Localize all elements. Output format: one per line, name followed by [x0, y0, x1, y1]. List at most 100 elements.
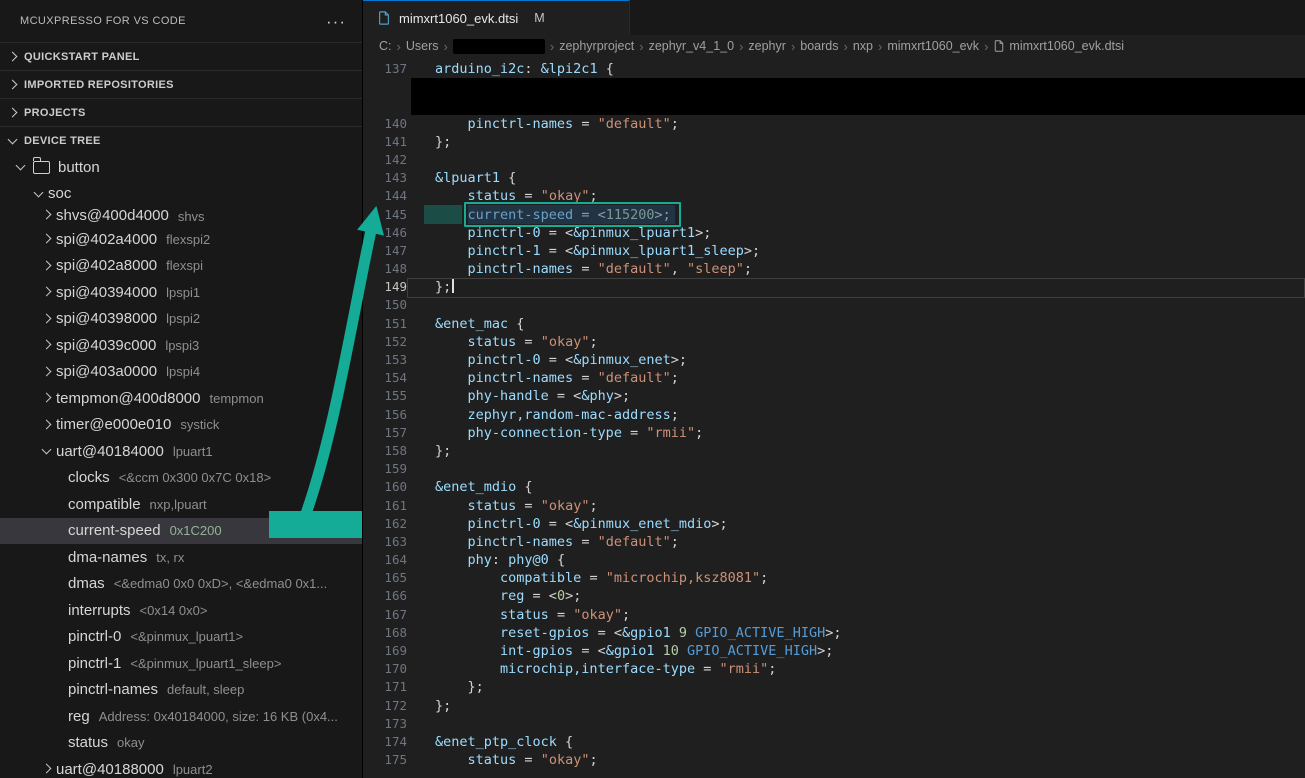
line-number[interactable]: 161 — [363, 497, 407, 515]
tree-item-pinctrl-1[interactable]: pinctrl-1<&pinmux_lpuart1_sleep> — [0, 650, 362, 677]
code-line[interactable]: 137arduino_i2c: &lpi2c1 { — [363, 60, 1305, 78]
breadcrumb-item[interactable]: zephyr — [748, 39, 786, 53]
line-number[interactable]: 174 — [363, 733, 407, 751]
line-number[interactable]: 151 — [363, 315, 407, 333]
breadcrumb-item[interactable]: nxp — [853, 39, 873, 53]
breadcrumb-item[interactable]: mimxrt1060_evk — [887, 39, 979, 53]
tree-item-interrupts[interactable]: interrupts<0x14 0x0> — [0, 597, 362, 624]
code-line[interactable]: 168 reset-gpios = <&gpio1 9 GPIO_ACTIVE_… — [363, 624, 1305, 642]
line-number[interactable]: 175 — [363, 751, 407, 769]
line-number[interactable]: 168 — [363, 624, 407, 642]
tree-item-spi-402a8000[interactable]: spi@402a8000flexspi — [0, 253, 362, 280]
code-line[interactable]: 148 pinctrl-names = "default", "sleep"; — [363, 260, 1305, 278]
breadcrumb-item[interactable]: mimxrt1060_evk.dtsi — [993, 39, 1124, 53]
line-number[interactable] — [363, 96, 407, 114]
tree-item-spi-40394000[interactable]: spi@40394000lpspi1 — [0, 279, 362, 306]
sidebar-section-imported-repositories[interactable]: IMPORTED REPOSITORIES — [0, 70, 362, 98]
chevron-right-icon[interactable] — [38, 310, 56, 328]
chevron-right-icon[interactable] — [4, 48, 22, 66]
tree-item-timer-e000e010[interactable]: timer@e000e010systick — [0, 412, 362, 439]
chevron-right-icon[interactable] — [38, 283, 56, 301]
chevron-right-icon[interactable] — [38, 760, 56, 778]
chevron-right-icon[interactable] — [38, 336, 56, 354]
line-number[interactable]: 137 — [363, 60, 407, 78]
code-line[interactable]: 153 pinctrl-0 = <&pinmux_enet>; — [363, 351, 1305, 369]
code-line[interactable]: 154 pinctrl-names = "default"; — [363, 369, 1305, 387]
tree-item-soc[interactable]: soc — [0, 181, 362, 208]
chevron-right-icon[interactable] — [4, 104, 22, 122]
line-number[interactable]: 148 — [363, 260, 407, 278]
code-line[interactable]: 174&enet_ptp_clock { — [363, 733, 1305, 751]
chevron-right-icon[interactable] — [38, 363, 56, 381]
code-editor[interactable]: 137arduino_i2c: &lpi2c1 { 140 pinctrl-nam… — [363, 57, 1305, 778]
line-number[interactable]: 144 — [363, 187, 407, 205]
code-line[interactable]: 151&enet_mac { — [363, 315, 1305, 333]
chevron-down-icon[interactable] — [30, 185, 48, 203]
code-line[interactable]: 150 — [363, 296, 1305, 314]
tree-item-pinctrl-0[interactable]: pinctrl-0<&pinmux_lpuart1> — [0, 624, 362, 651]
tree-item-pinctrl-names[interactable]: pinctrl-namesdefault, sleep — [0, 677, 362, 704]
tree-item-shvs-400d4000[interactable]: shvs@400d4000shvs — [0, 207, 362, 226]
code-line[interactable]: 170 microchip,interface-type = "rmii"; — [363, 660, 1305, 678]
line-number[interactable]: 163 — [363, 533, 407, 551]
code-line[interactable]: 155 phy-handle = <&phy>; — [363, 387, 1305, 405]
tree-item-dmas[interactable]: dmas<&edma0 0x0 0xD>, <&edma0 0x1... — [0, 571, 362, 598]
line-number[interactable]: 145 — [363, 206, 407, 224]
chevron-right-icon[interactable] — [4, 76, 22, 94]
line-number[interactable]: 166 — [363, 587, 407, 605]
line-number[interactable]: 159 — [363, 460, 407, 478]
line-number[interactable]: 160 — [363, 478, 407, 496]
tree-item-spi-403a0000[interactable]: spi@403a0000lpspi4 — [0, 359, 362, 386]
chevron-down-icon[interactable] — [12, 158, 30, 176]
line-number[interactable]: 154 — [363, 369, 407, 387]
code-line[interactable]: 171 }; — [363, 678, 1305, 696]
line-number[interactable]: 170 — [363, 660, 407, 678]
breadcrumb-item[interactable]: zephyrproject — [559, 39, 634, 53]
tree-item-spi-402a4000[interactable]: spi@402a4000flexspi2 — [0, 226, 362, 253]
tree-item-status[interactable]: statusokay — [0, 730, 362, 757]
sidebar-section-quickstart-panel[interactable]: QUICKSTART PANEL — [0, 42, 362, 70]
code-line[interactable]: 173 — [363, 715, 1305, 733]
code-line[interactable]: 157 phy-connection-type = "rmii"; — [363, 424, 1305, 442]
line-number[interactable]: 152 — [363, 333, 407, 351]
line-number[interactable]: 142 — [363, 151, 407, 169]
code-line[interactable]: 169 int-gpios = <&gpio1 10 GPIO_ACTIVE_H… — [363, 642, 1305, 660]
code-line[interactable]: 143&lpuart1 { — [363, 169, 1305, 187]
editor-tab[interactable]: mimxrt1060_evk.dtsi M — [363, 0, 630, 35]
line-number[interactable]: 162 — [363, 515, 407, 533]
more-actions-icon[interactable]: ··· — [326, 13, 346, 30]
breadcrumb-item[interactable]: C: — [379, 39, 392, 53]
line-number[interactable]: 140 — [363, 115, 407, 133]
code-line[interactable]: 158}; — [363, 442, 1305, 460]
tree-item-current-speed[interactable]: current-speed0x1C200 — [0, 518, 362, 545]
breadcrumb-item[interactable]: Users — [406, 39, 439, 53]
breadcrumb-item[interactable]: zephyr_v4_1_0 — [649, 39, 734, 53]
tree-item-uart-40188000[interactable]: uart@40188000lpuart2 — [0, 756, 362, 778]
tree-item-clocks[interactable]: clocks<&ccm 0x300 0x7C 0x18> — [0, 465, 362, 492]
code-line[interactable]: 140 pinctrl-names = "default"; — [363, 115, 1305, 133]
chevron-right-icon[interactable] — [38, 230, 56, 248]
sidebar-section-projects[interactable]: PROJECTS — [0, 98, 362, 126]
code-line[interactable]: 160&enet_mdio { — [363, 478, 1305, 496]
code-line[interactable]: 162 pinctrl-0 = <&pinmux_enet_mdio>; — [363, 515, 1305, 533]
code-line[interactable]: 164 phy: phy@0 { — [363, 551, 1305, 569]
code-line[interactable]: 159 — [363, 460, 1305, 478]
chevron-right-icon[interactable] — [38, 207, 56, 224]
tree-item-dma-names[interactable]: dma-namestx, rx — [0, 544, 362, 571]
line-number[interactable]: 157 — [363, 424, 407, 442]
line-number[interactable]: 141 — [363, 133, 407, 151]
line-number[interactable]: 143 — [363, 169, 407, 187]
chevron-right-icon[interactable] — [38, 416, 56, 434]
line-number[interactable]: 171 — [363, 678, 407, 696]
line-number[interactable]: 173 — [363, 715, 407, 733]
tree-item-tempmon-400d8000[interactable]: tempmon@400d8000tempmon — [0, 385, 362, 412]
chevron-right-icon[interactable] — [38, 257, 56, 275]
chevron-down-icon[interactable] — [4, 132, 22, 150]
code-line[interactable]: 163 pinctrl-names = "default"; — [363, 533, 1305, 551]
tree-item-uart-40184000[interactable]: uart@40184000lpuart1 — [0, 438, 362, 465]
code-line[interactable]: 161 status = "okay"; — [363, 497, 1305, 515]
code-line[interactable]: 152 status = "okay"; — [363, 333, 1305, 351]
line-number[interactable]: 153 — [363, 351, 407, 369]
line-number[interactable]: 150 — [363, 296, 407, 314]
tree-item-spi-4039c000[interactable]: spi@4039c000lpspi3 — [0, 332, 362, 359]
